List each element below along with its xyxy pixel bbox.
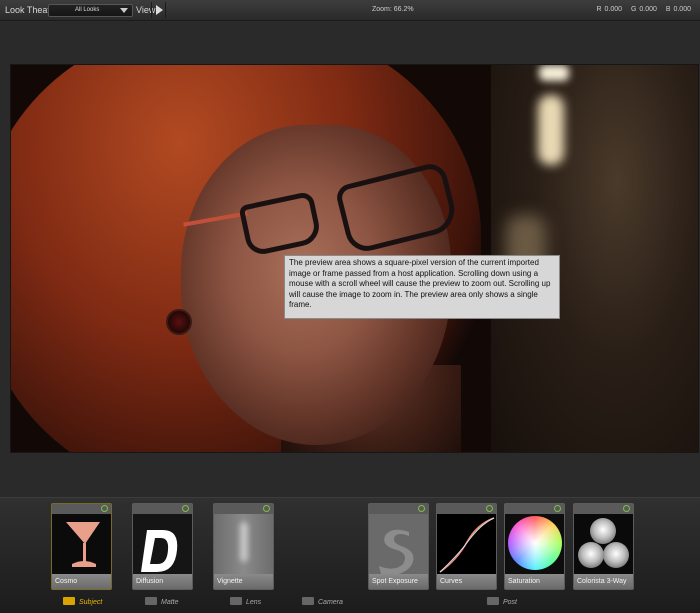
play-icon (156, 5, 163, 15)
ball-shape (603, 542, 629, 568)
tool-cap (52, 504, 111, 514)
tool-cap (214, 504, 273, 514)
color-wheel-icon (505, 514, 564, 574)
tool-cap (505, 504, 564, 514)
power-icon[interactable] (623, 505, 630, 512)
tool-label: Colorista 3-Way (574, 574, 633, 589)
chevron-down-icon (120, 8, 128, 13)
category-label: Post (503, 599, 518, 606)
power-icon[interactable] (263, 505, 270, 512)
looks-dropdown-value: All Looks (75, 7, 100, 13)
category-label: Matte (161, 599, 179, 606)
tool-label: Vignette (214, 574, 273, 589)
color-wheel (508, 516, 562, 570)
preview-tooltip: The preview area shows a square-pixel ve… (284, 255, 560, 319)
vignette-glow-icon (214, 514, 273, 574)
category-post[interactable]: Post (487, 597, 517, 608)
ball-shape (590, 518, 616, 544)
tool-cap (437, 504, 496, 514)
category-label: Camera (318, 599, 343, 606)
category-label: Subject (79, 599, 103, 606)
tool-curves[interactable]: Curves (436, 503, 497, 590)
cocktail-glass-icon (52, 514, 111, 574)
tool-label: Curves (437, 574, 496, 589)
top-toolbar: Look Theater All Looks View Zoom: 66.2% … (0, 0, 700, 21)
post-icon (487, 597, 499, 605)
category-matte[interactable]: Matte (145, 597, 179, 608)
bokeh-light (538, 95, 564, 165)
tool-cap (574, 504, 633, 514)
tool-label: Diffusion (133, 574, 192, 589)
power-icon[interactable] (554, 505, 561, 512)
blue-value: B 0.000 (665, 6, 691, 13)
tool-vignette[interactable]: Vignette (213, 503, 274, 590)
tool-saturation[interactable]: Saturation (504, 503, 565, 590)
tool-label: Cosmo (52, 574, 111, 589)
category-subject[interactable]: Subject (63, 597, 102, 608)
category-label: Lens (246, 599, 262, 606)
category-camera[interactable]: Camera (302, 597, 343, 608)
looks-dropdown[interactable]: All Looks (48, 4, 133, 17)
tool-spot-exposure[interactable]: Spot Exposure (368, 503, 429, 590)
green-value: G 0.000 (630, 6, 657, 13)
curve-line-icon (437, 514, 496, 574)
bokeh-light (539, 65, 569, 81)
earring (166, 309, 192, 335)
matte-icon (145, 597, 157, 605)
three-balls-icon (574, 514, 633, 574)
zoom-readout: Zoom: 66.2% (372, 6, 414, 13)
tool-diffusion[interactable]: Diffusion (132, 503, 193, 590)
letter-s-icon (369, 514, 428, 574)
vignette-glow (240, 522, 248, 562)
power-icon[interactable] (418, 505, 425, 512)
rgb-readout: R 0.000 G 0.000 B 0.000 (591, 6, 692, 13)
tool-cap (369, 504, 428, 514)
lens-icon (230, 597, 242, 605)
person-icon (63, 597, 75, 605)
camera-icon (302, 597, 314, 605)
view-play-button[interactable] (151, 2, 166, 18)
red-value: R 0.000 (596, 6, 623, 13)
category-lens[interactable]: Lens (230, 597, 261, 608)
tool-label: Saturation (505, 574, 564, 589)
power-icon[interactable] (182, 505, 189, 512)
ball-shape (578, 542, 604, 568)
tool-colorista-3-way[interactable]: Colorista 3-Way (573, 503, 634, 590)
tool-cosmo[interactable]: Cosmo (51, 503, 112, 590)
power-icon[interactable] (101, 505, 108, 512)
tool-label: Spot Exposure (369, 574, 428, 589)
tool-cap (133, 504, 192, 514)
power-icon[interactable] (486, 505, 493, 512)
letter-d-icon (133, 514, 192, 574)
